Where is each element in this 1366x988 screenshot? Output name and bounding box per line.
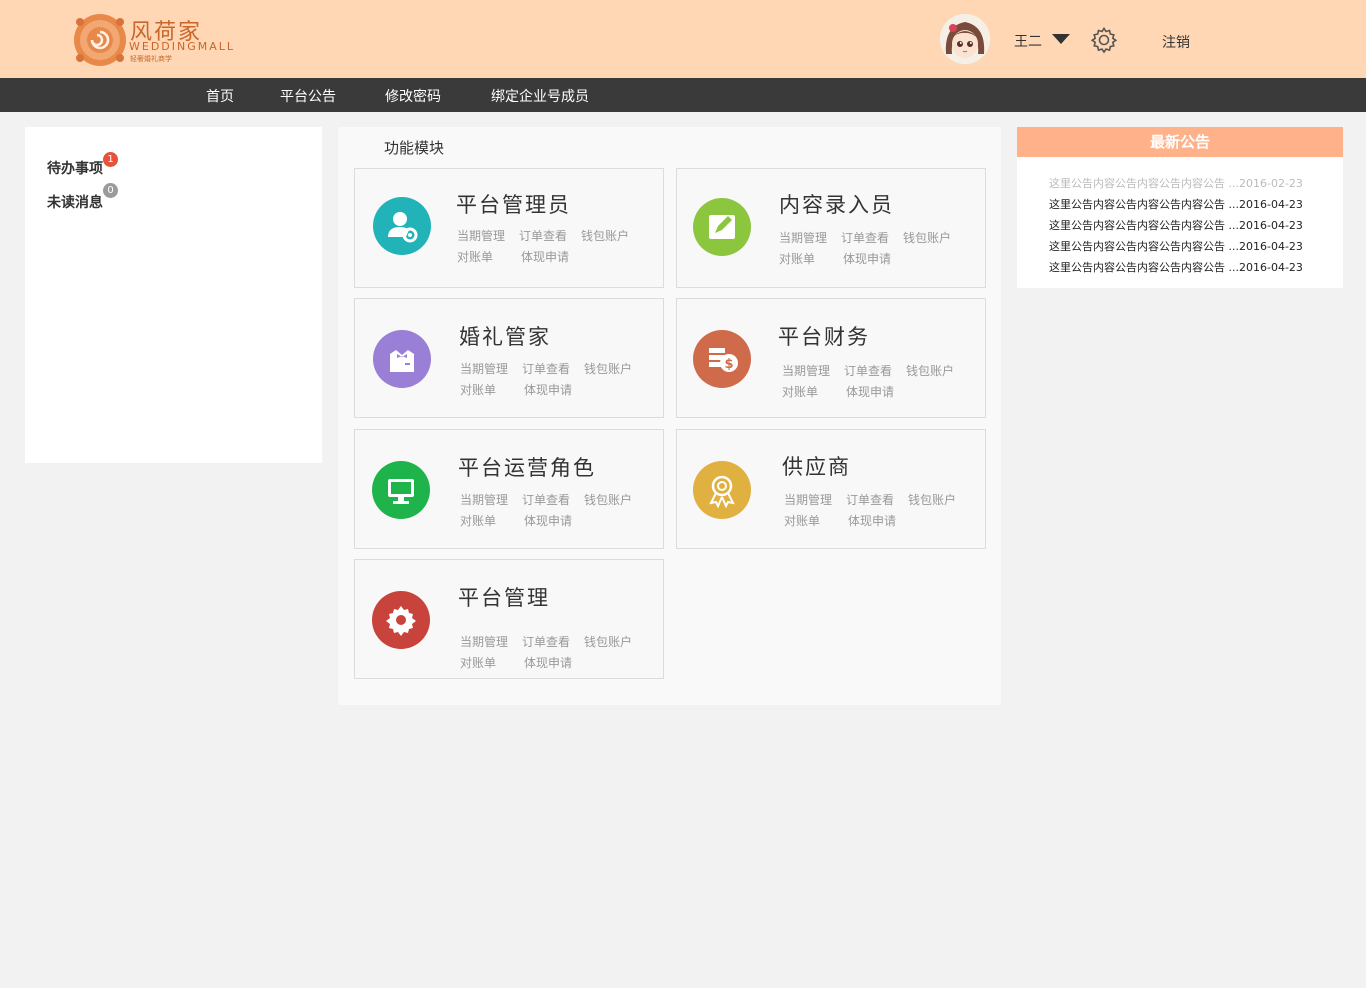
module-title: 平台财务 bbox=[778, 325, 870, 349]
link-statement[interactable]: 对账单 bbox=[779, 250, 815, 267]
settings-gear-icon[interactable] bbox=[1090, 26, 1118, 54]
header: 风荷家 WEDDINGMALL 轻奢婚礼商学 王二 注销 bbox=[0, 0, 1366, 78]
link-order-view[interactable]: 订单查看 bbox=[846, 491, 894, 508]
link-withdraw-request[interactable]: 体现申请 bbox=[524, 654, 572, 671]
link-period-management[interactable]: 当期管理 bbox=[460, 633, 508, 650]
module-title: 平台运营角色 bbox=[458, 456, 596, 480]
link-period-management[interactable]: 当期管理 bbox=[460, 360, 508, 377]
link-withdraw-request[interactable]: 体现申请 bbox=[846, 383, 894, 400]
unread-messages-item[interactable]: 未读消息 bbox=[47, 192, 103, 212]
link-statement[interactable]: 对账单 bbox=[784, 512, 820, 529]
link-statement[interactable]: 对账单 bbox=[457, 248, 493, 265]
unread-count-badge: 0 bbox=[103, 183, 118, 198]
gear-icon bbox=[372, 591, 430, 649]
link-withdraw-request[interactable]: 体现申请 bbox=[843, 250, 891, 267]
nav-change-password[interactable]: 修改密码 bbox=[385, 86, 441, 106]
announcement-item[interactable]: 这里公告内容公告内容公告内容公告 ...2016-04-23 bbox=[1049, 196, 1303, 212]
link-wallet-account[interactable]: 钱包账户 bbox=[908, 491, 956, 508]
link-wallet-account[interactable]: 钱包账户 bbox=[906, 362, 954, 379]
nav-announcements[interactable]: 平台公告 bbox=[280, 86, 336, 106]
todo-label: 待办事项 bbox=[47, 161, 103, 177]
nav-bind-enterprise[interactable]: 绑定企业号成员 bbox=[491, 86, 589, 106]
link-statement[interactable]: 对账单 bbox=[782, 383, 818, 400]
link-withdraw-request[interactable]: 体现申请 bbox=[848, 512, 896, 529]
function-modules-panel: 功能模块 平台管理员 当期管理 订单查看 钱包账户 对账单 体现申请 内容录入员… bbox=[338, 127, 1001, 705]
user-avatar[interactable] bbox=[940, 14, 990, 64]
link-period-management[interactable]: 当期管理 bbox=[784, 491, 832, 508]
link-order-view[interactable]: 订单查看 bbox=[841, 229, 889, 246]
link-withdraw-request[interactable]: 体现申请 bbox=[521, 248, 569, 265]
module-card-wedding-butler[interactable]: 婚礼管家 当期管理 订单查看 钱包账户 对账单 体现申请 bbox=[354, 298, 664, 418]
link-period-management[interactable]: 当期管理 bbox=[779, 229, 827, 246]
module-card-platform-management[interactable]: 平台管理 当期管理 订单查看 钱包账户 对账单 体现申请 bbox=[354, 559, 664, 679]
link-wallet-account[interactable]: 钱包账户 bbox=[584, 633, 632, 650]
module-card-platform-admin[interactable]: 平台管理员 当期管理 订单查看 钱包账户 对账单 体现申请 bbox=[354, 168, 664, 288]
module-title: 内容录入员 bbox=[779, 193, 894, 217]
link-order-view[interactable]: 订单查看 bbox=[522, 491, 570, 508]
link-order-view[interactable]: 订单查看 bbox=[522, 360, 570, 377]
lotus-logo-icon bbox=[74, 14, 126, 66]
module-title: 婚礼管家 bbox=[459, 325, 551, 349]
link-wallet-account[interactable]: 钱包账户 bbox=[581, 227, 629, 244]
logo-subtitle: WEDDINGMALL bbox=[129, 40, 236, 53]
announcements-title: 最新公告 bbox=[1017, 127, 1343, 157]
avatar-girl-icon bbox=[940, 14, 990, 64]
link-order-view[interactable]: 订单查看 bbox=[522, 633, 570, 650]
monitor-icon bbox=[372, 461, 430, 519]
announcement-item[interactable]: 这里公告内容公告内容公告内容公告 ...2016-04-23 bbox=[1049, 259, 1303, 275]
link-wallet-account[interactable]: 钱包账户 bbox=[584, 360, 632, 377]
module-title: 供应商 bbox=[782, 455, 851, 479]
module-card-supplier[interactable]: 供应商 当期管理 订单查看 钱包账户 对账单 体现申请 bbox=[676, 429, 986, 549]
link-statement[interactable]: 对账单 bbox=[460, 512, 496, 529]
link-period-management[interactable]: 当期管理 bbox=[457, 227, 505, 244]
module-card-content-editor[interactable]: 内容录入员 当期管理 订单查看 钱包账户 对账单 体现申请 bbox=[676, 168, 986, 288]
award-icon bbox=[693, 461, 751, 519]
todo-item[interactable]: 待办事项 bbox=[47, 158, 103, 178]
link-period-management[interactable]: 当期管理 bbox=[460, 491, 508, 508]
module-card-platform-operations[interactable]: 平台运营角色 当期管理 订单查看 钱包账户 对账单 体现申请 bbox=[354, 429, 664, 549]
admin-user-icon bbox=[373, 197, 431, 255]
module-card-platform-finance[interactable]: $ 平台财务 当期管理 订单查看 钱包账户 对账单 体现申请 bbox=[676, 298, 986, 418]
link-statement[interactable]: 对账单 bbox=[460, 381, 496, 398]
logout-link[interactable]: 注销 bbox=[1162, 32, 1190, 52]
unread-label: 未读消息 bbox=[47, 195, 103, 211]
top-nav: 首页 平台公告 修改密码 绑定企业号成员 bbox=[0, 78, 1366, 112]
chevron-down-icon[interactable] bbox=[1052, 34, 1070, 44]
announcement-item[interactable]: 这里公告内容公告内容公告内容公告 ...2016-04-23 bbox=[1049, 238, 1303, 254]
announcements-panel: 最新公告 这里公告内容公告内容公告内容公告 ...2016-02-23 这里公告… bbox=[1017, 127, 1343, 288]
todo-count-badge: 1 bbox=[103, 152, 118, 167]
link-withdraw-request[interactable]: 体现申请 bbox=[524, 512, 572, 529]
link-wallet-account[interactable]: 钱包账户 bbox=[903, 229, 951, 246]
announcement-item[interactable]: 这里公告内容公告内容公告内容公告 ...2016-04-23 bbox=[1049, 217, 1303, 233]
logo-tagline: 轻奢婚礼商学 bbox=[130, 55, 172, 63]
module-title: 平台管理员 bbox=[456, 193, 571, 217]
nav-home[interactable]: 首页 bbox=[206, 86, 234, 106]
link-order-view[interactable]: 订单查看 bbox=[519, 227, 567, 244]
username[interactable]: 王二 bbox=[1014, 31, 1042, 51]
svg-text:$: $ bbox=[724, 357, 733, 372]
link-period-management[interactable]: 当期管理 bbox=[782, 362, 830, 379]
link-withdraw-request[interactable]: 体现申请 bbox=[524, 381, 572, 398]
finance-icon: $ bbox=[693, 330, 751, 388]
left-panel: 待办事项 1 未读消息 0 bbox=[25, 127, 322, 463]
weddingmall-logo[interactable]: 风荷家 WEDDINGMALL 轻奢婚礼商学 bbox=[72, 10, 242, 70]
edit-icon bbox=[693, 198, 751, 256]
link-wallet-account[interactable]: 钱包账户 bbox=[584, 491, 632, 508]
section-title: 功能模块 bbox=[384, 139, 445, 157]
announcement-item[interactable]: 这里公告内容公告内容公告内容公告 ...2016-02-23 bbox=[1049, 175, 1303, 191]
link-order-view[interactable]: 订单查看 bbox=[844, 362, 892, 379]
butler-icon bbox=[373, 330, 431, 388]
link-statement[interactable]: 对账单 bbox=[460, 654, 496, 671]
module-title: 平台管理 bbox=[458, 586, 550, 610]
